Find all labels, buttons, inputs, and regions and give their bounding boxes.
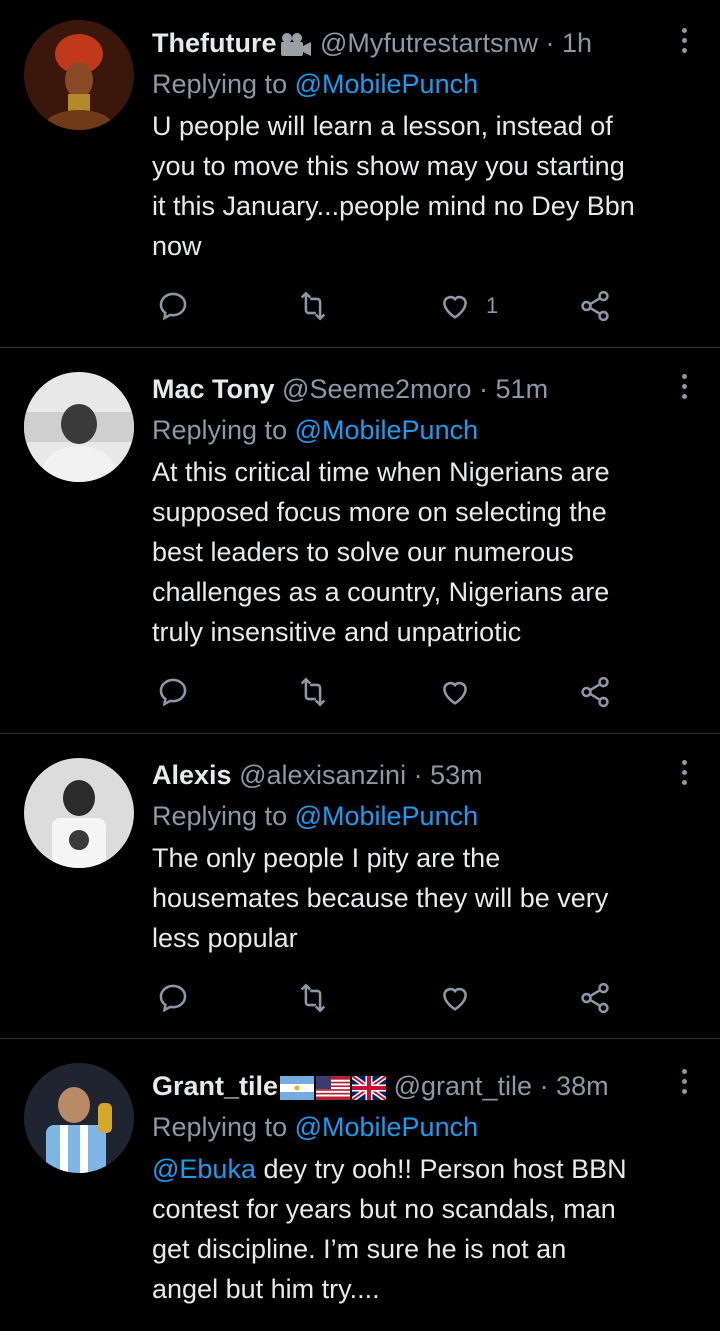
reply-icon (159, 292, 187, 321)
tweet-header: Mac Tony @Seeme2moro · 51m (152, 368, 697, 410)
tweet-line: @Ebuka dey try ooh!! Person host BBN (152, 1149, 697, 1189)
retweet-button[interactable] (296, 978, 330, 1018)
share-button[interactable] (578, 978, 612, 1018)
like-button[interactable] (438, 978, 472, 1018)
avatar-image (24, 372, 134, 482)
display-name[interactable]: Alexis (152, 760, 232, 790)
tweet-line: you to move this show may you starting (152, 151, 625, 181)
tweet-header: Thefuture @Myfutrestartsnw · 1h (152, 22, 697, 64)
timestamp[interactable]: · 53m (414, 760, 483, 790)
user-handle[interactable]: @Myfutrestartsnw (320, 28, 538, 58)
user-handle[interactable]: @alexisanzini (239, 760, 406, 790)
tweet-actions (152, 978, 622, 1018)
reply-icon (159, 678, 187, 707)
tweet-text: U people will learn a lesson, instead of… (152, 106, 697, 266)
display-name[interactable]: Mac Tony (152, 374, 275, 404)
tweet[interactable]: Mac Tony @Seeme2moro · 51m Replying to @… (0, 348, 720, 733)
user-handle[interactable]: @grant_tile (394, 1071, 532, 1101)
tweet-line: best leaders to solve our numerous (152, 537, 574, 567)
like-button[interactable] (438, 672, 472, 712)
like-count: 1 (486, 293, 499, 318)
tweet-line: challenges as a country, Nigerians are (152, 577, 610, 607)
avatar[interactable] (24, 758, 134, 868)
share-button[interactable] (578, 672, 612, 712)
avatar-image (24, 758, 134, 868)
tweet-line: it this January...people mind no Dey Bbn (152, 191, 635, 221)
tweet-line: truly insensitive and unpatriotic (152, 617, 522, 647)
replying-to-label: Replying to (152, 69, 295, 99)
avatar[interactable] (24, 372, 134, 482)
tweet-line: The only people I pity are the (152, 843, 501, 873)
reply-button[interactable] (156, 672, 190, 712)
tweet-text: At this critical time when Nigerians are… (152, 452, 697, 652)
mention-link[interactable]: @Ebuka (152, 1154, 256, 1184)
argentina-flag-icon (280, 1075, 315, 1100)
mention-link[interactable]: @MobilePunch (295, 69, 479, 99)
camera-emoji-icon (280, 32, 311, 56)
like-button[interactable]: 1 (438, 286, 498, 326)
tweet-line: now (152, 231, 202, 261)
replying-to: Replying to @MobilePunch (152, 796, 697, 836)
replying-to-label: Replying to (152, 415, 295, 445)
heart-icon (443, 987, 467, 1011)
tweet-actions: 1 (152, 286, 622, 326)
avatar-image (24, 1063, 134, 1173)
avatar-image (24, 20, 134, 130)
tweet-line: At this critical time when Nigerians are (152, 457, 610, 487)
tweet-line: less popular (152, 923, 298, 953)
tweet-line: supposed focus more on selecting the (152, 497, 607, 527)
tweet-text: @Ebuka dey try ooh!! Person host BBN con… (152, 1149, 697, 1309)
timestamp[interactable]: · 51m (479, 374, 548, 404)
tweet-line: U people will learn a lesson, instead of (152, 111, 613, 141)
timestamp[interactable]: · 38m (540, 1071, 609, 1101)
avatar[interactable] (24, 20, 134, 130)
usa-flag-icon (316, 1075, 351, 1100)
replying-to: Replying to @MobilePunch (152, 64, 697, 104)
share-icon (581, 676, 609, 708)
tweet-line: get discipline. I’m sure he is not an (152, 1234, 567, 1264)
reply-button[interactable] (156, 978, 190, 1018)
replying-to-label: Replying to (152, 801, 295, 831)
tweet-line-text: dey try ooh!! Person host BBN (255, 1154, 627, 1184)
tweet[interactable]: Grant_tile @grant_tile · 38m Replying to… (0, 1039, 720, 1331)
share-icon (581, 982, 609, 1014)
heart-icon (443, 681, 467, 705)
mention-link[interactable]: @MobilePunch (295, 415, 479, 445)
reply-icon (159, 984, 187, 1013)
tweet[interactable]: Thefuture @Myfutrestartsnw · 1h Replying… (0, 0, 720, 348)
tweet-header: Grant_tile @grant_tile · 38m (152, 1065, 697, 1107)
share-icon (581, 290, 609, 322)
replying-to: Replying to @MobilePunch (152, 410, 697, 450)
display-name[interactable]: Thefuture (152, 28, 277, 58)
tweet-line: housemates because they will be very (152, 883, 609, 913)
replying-to-label: Replying to (152, 1112, 295, 1142)
uk-flag-icon (352, 1075, 387, 1100)
retweet-icon (300, 291, 326, 321)
mention-link[interactable]: @MobilePunch (295, 1112, 479, 1142)
retweet-icon (300, 677, 326, 707)
reply-button[interactable] (156, 286, 190, 326)
mention-link[interactable]: @MobilePunch (295, 801, 479, 831)
tweet[interactable]: Alexis @alexisanzini · 53m Replying to @… (0, 734, 720, 1038)
share-button[interactable] (578, 286, 612, 326)
avatar[interactable] (24, 1063, 134, 1173)
timestamp[interactable]: · 1h (545, 28, 592, 58)
tweet-header: Alexis @alexisanzini · 53m (152, 754, 697, 796)
display-name[interactable]: Grant_tile (152, 1071, 278, 1101)
tweet-line: angel but him try.... (152, 1274, 380, 1304)
retweet-button[interactable] (296, 672, 330, 712)
tweet-line: contest for years but no scandals, man (152, 1194, 616, 1224)
replying-to: Replying to @MobilePunch (152, 1107, 697, 1147)
user-handle[interactable]: @Seeme2moro (282, 374, 472, 404)
tweet-text: The only people I pity are the housemate… (152, 838, 697, 958)
heart-icon (443, 295, 467, 319)
retweet-button[interactable] (296, 286, 330, 326)
reply-feed: Thefuture @Myfutrestartsnw · 1h Replying… (0, 0, 720, 1331)
tweet-actions (152, 672, 622, 712)
retweet-icon (300, 983, 326, 1013)
